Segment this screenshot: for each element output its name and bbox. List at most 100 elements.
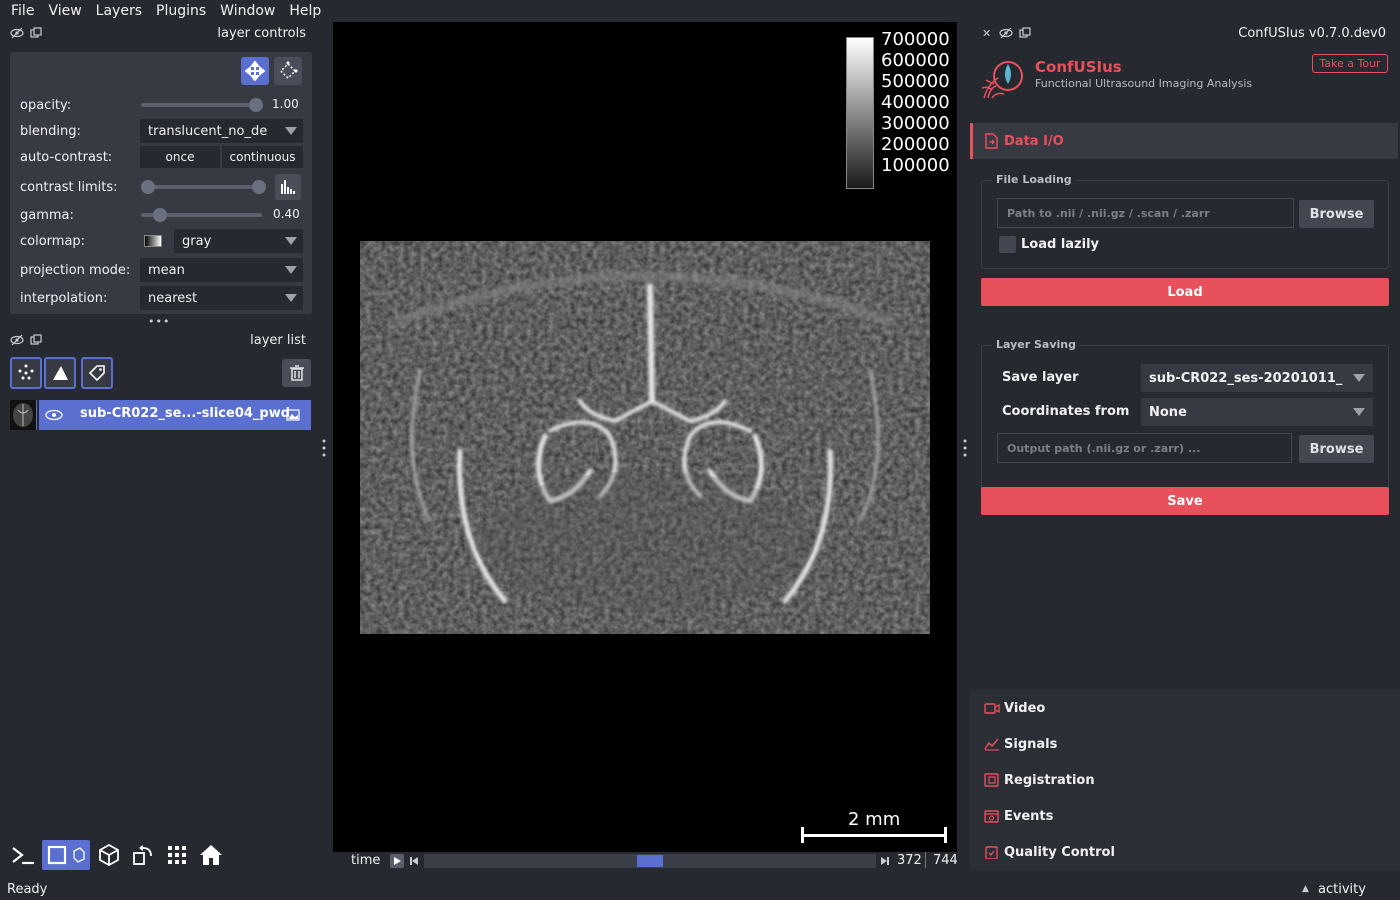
colorbar-tick: 500000 [881, 71, 950, 92]
contrast-min-handle[interactable] [141, 180, 155, 194]
viewer-canvas[interactable]: 700000 600000 500000 400000 300000 20000… [333, 22, 957, 852]
activity-toggle[interactable]: activity [1318, 882, 1366, 897]
menu-plugins[interactable]: Plugins [149, 1, 213, 21]
splitter-handle[interactable]: ••• [148, 315, 170, 328]
section-signals[interactable]: Signals [970, 726, 1398, 762]
delete-layer-button[interactable] [282, 359, 311, 387]
float-icon[interactable] [30, 334, 44, 346]
new-points-layer-button[interactable] [10, 357, 42, 389]
eye-icon[interactable] [45, 409, 63, 421]
contrast-range-slider[interactable] [141, 180, 266, 194]
menu-bar: File View Layers Plugins Window Help [0, 0, 1400, 22]
menu-view[interactable]: View [41, 1, 88, 21]
contrast-max-handle[interactable] [252, 180, 266, 194]
step-back-button[interactable] [408, 854, 420, 868]
eye-close-icon[interactable] [10, 27, 24, 39]
layer-thumbnail [10, 400, 36, 430]
layer-list-title-bar: layer list [0, 329, 320, 351]
3d-view-button[interactable] [94, 840, 124, 870]
chevron-down-icon [285, 237, 297, 245]
colormap-row: colormap: gray [10, 228, 312, 254]
histogram-button[interactable] [275, 174, 301, 200]
section-video[interactable]: Video [970, 690, 1398, 726]
float-icon[interactable] [30, 27, 44, 39]
section-events[interactable]: Events [970, 798, 1398, 834]
ndisplay-toggle-button[interactable] [42, 840, 90, 870]
section-registration[interactable]: Registration [970, 762, 1398, 798]
play-button[interactable] [390, 854, 404, 868]
app-subtitle: Functional Ultrasound Imaging Analysis [1035, 77, 1253, 90]
right-splitter-handle[interactable] [963, 438, 967, 458]
opacity-slider-handle[interactable] [249, 98, 263, 112]
section-data-io[interactable]: Data I/O [970, 123, 1398, 159]
points-icon [18, 364, 34, 380]
autocontrast-continuous-button[interactable]: continuous [222, 146, 303, 168]
eye-close-icon[interactable] [10, 334, 24, 346]
opacity-label: opacity: [20, 97, 72, 113]
path-input[interactable]: Path to .nii / .nii.gz / .scan / .zarr [997, 198, 1294, 228]
autocontrast-once-button[interactable]: once [140, 146, 220, 168]
gamma-slider[interactable] [141, 208, 262, 222]
new-shapes-layer-button[interactable] [44, 357, 76, 389]
pan-zoom-button[interactable] [241, 57, 269, 85]
menu-file[interactable]: File [4, 1, 41, 21]
layer-list-item[interactable]: sub-CR022_se...-slice04_pwd [10, 400, 311, 430]
interpolation-select[interactable]: nearest [140, 286, 303, 310]
load-lazily-checkbox[interactable] [999, 236, 1016, 253]
new-labels-layer-button[interactable] [81, 357, 113, 389]
layer-list: sub-CR022_se...-slice04_pwd [10, 400, 312, 430]
layer-name[interactable]: sub-CR022_se...-slice04_pwd [80, 406, 290, 421]
eye-close-icon[interactable] [999, 27, 1013, 39]
menu-window[interactable]: Window [213, 1, 282, 21]
colormap-label: colormap: [20, 233, 86, 249]
step-forward-button[interactable] [879, 854, 891, 868]
opacity-slider[interactable] [141, 98, 263, 112]
save-layer-value: sub-CR022_ses-20201011_ [1149, 370, 1343, 386]
left-splitter-handle[interactable] [322, 438, 326, 458]
save-button[interactable]: Save [981, 487, 1389, 515]
close-icon[interactable]: ✕ [982, 27, 991, 40]
time-slider-thumb[interactable] [637, 855, 663, 867]
take-tour-button[interactable]: Take a Tour [1312, 54, 1388, 73]
chevron-up-icon[interactable]: ▲ [1302, 884, 1309, 894]
projection-label: projection mode: [20, 262, 131, 278]
load-button[interactable]: Load [981, 278, 1389, 306]
colorbar-tick: 300000 [881, 113, 950, 134]
time-slider[interactable] [424, 854, 876, 868]
grid-view-button[interactable] [162, 840, 192, 870]
save-layer-select[interactable]: sub-CR022_ses-20201011_ [1141, 364, 1373, 392]
contrast-row: contrast limits: [10, 172, 312, 202]
projection-select[interactable]: mean [140, 258, 303, 282]
output-path-input[interactable]: Output path (.nii.gz or .zarr) ... [997, 433, 1292, 463]
console-button[interactable] [8, 840, 38, 870]
step-forward-icon [881, 857, 889, 865]
coordinates-from-select[interactable]: None [1141, 398, 1373, 426]
scalebar-label: 2 mm [848, 809, 901, 830]
gamma-slider-handle[interactable] [153, 208, 167, 222]
dims-slider-row: time 372 744 [333, 852, 958, 870]
roll-dims-button[interactable] [128, 840, 158, 870]
plugin-dock: ✕ ConfUSIus v0.7.0.dev0 ConfUSIus Functi… [970, 22, 1400, 870]
confusius-logo [978, 54, 1026, 102]
projection-value: mean [148, 262, 185, 278]
colormap-select[interactable]: gray [174, 229, 303, 253]
current-frame[interactable]: 372 [897, 853, 922, 868]
browse-output-button[interactable]: Browse [1299, 435, 1374, 463]
transform-button[interactable] [274, 57, 302, 85]
cube-icon [99, 843, 119, 867]
section-quality-control[interactable]: Quality Control [970, 834, 1398, 870]
chevron-down-icon [285, 294, 297, 302]
chevron-down-icon [285, 266, 297, 274]
section-label: Signals [1004, 736, 1058, 752]
float-icon[interactable] [1019, 27, 1033, 39]
browse-button[interactable]: Browse [1299, 200, 1374, 228]
coordinates-from-value: None [1149, 404, 1187, 420]
menu-layers[interactable]: Layers [89, 1, 149, 21]
colorbar-tick: 400000 [881, 92, 950, 113]
tag-icon [88, 365, 105, 382]
reset-view-button[interactable] [196, 840, 226, 870]
terminal-icon [12, 847, 34, 865]
blending-select[interactable]: translucent_no_de [140, 119, 303, 143]
colorbar [846, 37, 874, 189]
menu-help[interactable]: Help [282, 1, 328, 21]
